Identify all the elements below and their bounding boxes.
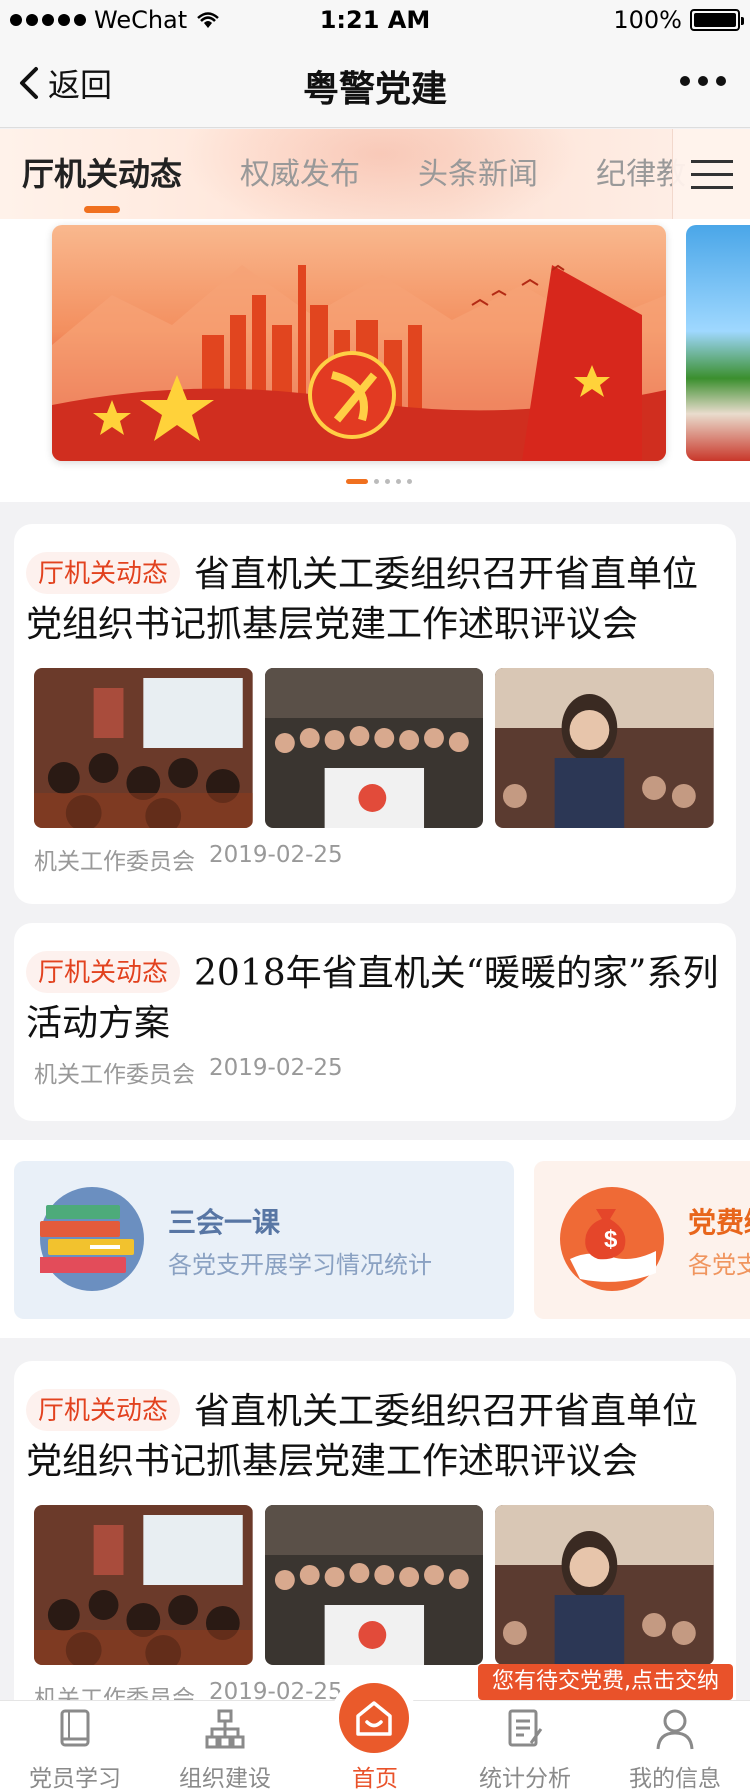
tab-office-news[interactable]: 厅机关动态 bbox=[22, 149, 182, 213]
article-thumbnail bbox=[34, 668, 253, 828]
article-thumbnail bbox=[34, 1505, 253, 1665]
feature-subtitle: 各党支开展学习情况统计 bbox=[168, 1251, 432, 1279]
article-thumbnail bbox=[495, 668, 715, 828]
three-meetings-one-lesson-card[interactable]: 三会一课 各党支开展学习情况统计 bbox=[14, 1161, 514, 1319]
tab-statistics[interactable]: 统计分析 bbox=[450, 1701, 600, 1789]
tab-headlines[interactable]: 头条新闻 bbox=[418, 149, 538, 195]
battery-percent: 100% bbox=[613, 6, 682, 34]
book-icon bbox=[60, 1709, 90, 1747]
banner-slide-next[interactable] bbox=[686, 225, 750, 461]
category-tag: 厅机关动态 bbox=[26, 951, 181, 993]
party-dues-card[interactable]: $ 党费缴 各党支 bbox=[534, 1161, 750, 1319]
article-card[interactable]: 厅机关动态 2018年省直机关“暖暖的家”系列活动方案 机关工作委员会 2019-0… bbox=[14, 923, 736, 1121]
feature-title: 党费缴 bbox=[688, 1206, 750, 1239]
pay-dues-reminder[interactable]: 您有待交党费,点击交纳 bbox=[478, 1664, 733, 1710]
report-icon bbox=[508, 1709, 543, 1747]
category-tab-strip: 厅机关动态 权威发布 头条新闻 纪律教 bbox=[0, 129, 750, 219]
books-icon bbox=[40, 1187, 144, 1291]
org-chart-icon bbox=[205, 1709, 245, 1749]
category-tabs: 厅机关动态 权威发布 头条新闻 纪律教 bbox=[22, 149, 686, 213]
category-tag: 厅机关动态 bbox=[26, 552, 181, 594]
tab-organization[interactable]: 组织建设 bbox=[150, 1701, 300, 1789]
user-icon bbox=[656, 1709, 694, 1750]
tab-home[interactable]: 首页 bbox=[300, 1701, 450, 1789]
status-bar: WeChat 1:21 AM 100% bbox=[0, 0, 750, 40]
more-menu-button[interactable] bbox=[680, 76, 726, 86]
tab-official-release[interactable]: 权威发布 bbox=[240, 149, 360, 195]
article-thumbnail bbox=[264, 668, 484, 828]
article-date: 2019-02-25 bbox=[209, 842, 343, 868]
feature-subtitle: 各党支 bbox=[688, 1251, 750, 1279]
article-thumbnail bbox=[264, 1505, 484, 1665]
article-date: 2019-02-25 bbox=[209, 1055, 343, 1081]
category-tag: 厅机关动态 bbox=[26, 1389, 181, 1431]
feature-title: 三会一课 bbox=[168, 1206, 281, 1239]
svg-text:$: $ bbox=[604, 1226, 618, 1253]
banner-carousel bbox=[0, 219, 750, 502]
article-card[interactable]: 厅机关动态 省直机关工委组织召开省直单位党组织书记抓基层党建工作述职评议会 机关工… bbox=[14, 524, 736, 904]
tab-my-info[interactable]: 我的信息 bbox=[600, 1701, 750, 1789]
article-thumbnail bbox=[495, 1505, 715, 1665]
page-title: 粤警党建 bbox=[302, 69, 447, 110]
hamburger-menu-icon[interactable] bbox=[672, 129, 750, 219]
banner-slide-party-emblem[interactable] bbox=[52, 225, 666, 461]
article-source: 机关工作委员会 bbox=[34, 849, 195, 875]
money-bag-icon: $ bbox=[560, 1187, 664, 1291]
carousel-indicator bbox=[346, 479, 412, 484]
bottom-tab-bar: 党员学习 组织建设 首页 统计分析 我的信息 bbox=[0, 1675, 750, 1789]
battery-icon bbox=[690, 9, 744, 31]
article-source: 机关工作委员会 bbox=[34, 1062, 195, 1088]
feature-shortcuts: 三会一课 各党支开展学习情况统计 $ 党费缴 各党支 bbox=[0, 1140, 750, 1338]
navigation-bar: 返回 粤警党建 bbox=[0, 40, 750, 128]
tab-party-study[interactable]: 党员学习 bbox=[0, 1701, 150, 1789]
